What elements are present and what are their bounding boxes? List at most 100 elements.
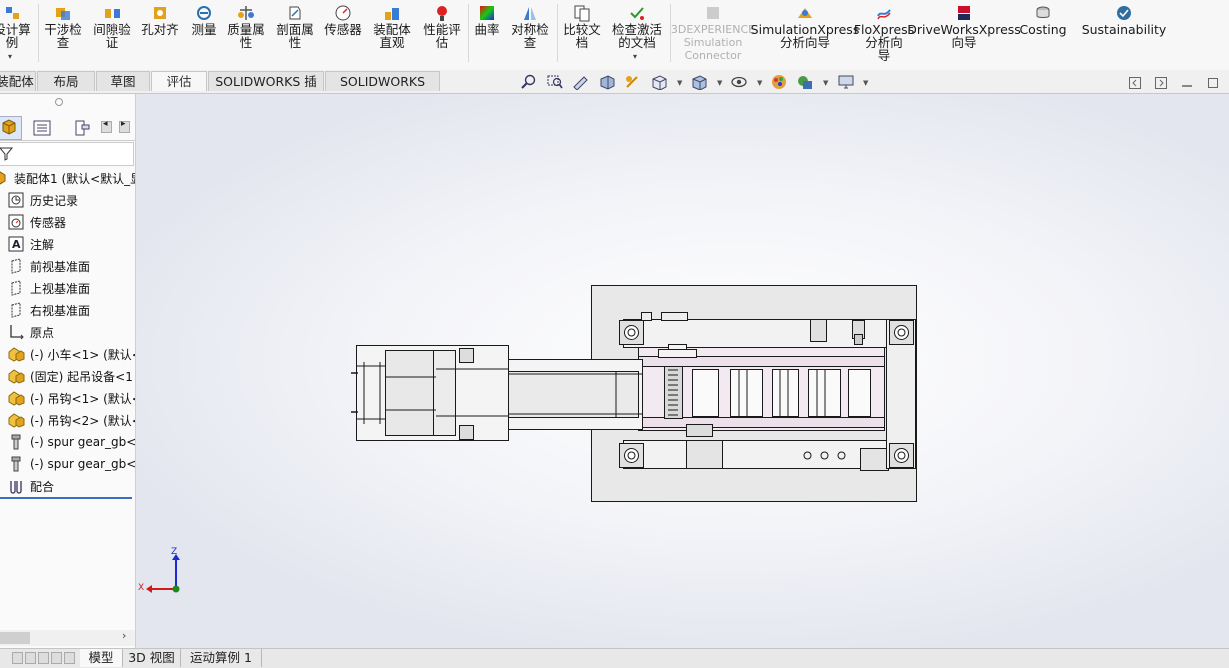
tree-horizontal-scrollbar[interactable]: › xyxy=(0,629,135,646)
interference-check-button[interactable]: 干涉检 查 xyxy=(41,0,85,64)
tab-scroll-right-icon[interactable]: ▸ xyxy=(119,119,130,133)
tree-item-trolley[interactable]: (-) 小车<1> (默认< xyxy=(0,344,135,364)
tab-end-icon[interactable] xyxy=(64,652,75,664)
simulationxpress-button[interactable]: SimulationXpress 分析向导 xyxy=(751,0,859,64)
tree-item-hoist[interactable]: (固定) 起吊设备<1 xyxy=(0,366,135,386)
chevron-down-icon[interactable]: ▼ xyxy=(823,79,828,87)
section-properties-icon xyxy=(285,3,305,23)
symmetry-check-button[interactable]: 对称检 查 xyxy=(507,0,553,64)
rollback-bar[interactable] xyxy=(0,497,132,499)
sustainability-button[interactable]: Sustainability xyxy=(1082,0,1166,64)
tree-item-spur-gear-2[interactable]: (-) spur gear_gb< xyxy=(0,454,135,474)
zoom-to-fit-icon[interactable] xyxy=(520,74,538,90)
tree-item-right-plane[interactable]: 右视基准面 xyxy=(0,300,135,320)
chevron-down-icon[interactable]: ▼ xyxy=(863,79,868,87)
mass-properties-button[interactable]: 质量属 性 xyxy=(223,0,269,64)
minimize-icon[interactable] xyxy=(1181,77,1193,89)
scrollbar-thumb[interactable] xyxy=(0,632,30,644)
tree-item-mates[interactable]: 配合 xyxy=(0,476,135,496)
tree-item-history[interactable]: 历史记录 xyxy=(0,190,135,210)
tool-label: 曲率 xyxy=(474,22,500,37)
last-tab-icon[interactable] xyxy=(51,652,62,664)
sustainability-icon xyxy=(1114,3,1134,23)
configurationmanager-tab-icon[interactable] xyxy=(72,118,92,138)
tab-model[interactable]: 模型 xyxy=(80,649,123,667)
tab-layout[interactable]: 布局 xyxy=(37,71,95,91)
window-tile-left-icon[interactable] xyxy=(1129,77,1141,89)
dynamic-annotation-icon[interactable] xyxy=(624,74,642,90)
edit-appearance-icon[interactable] xyxy=(770,74,788,90)
tab-assembly[interactable]: 装配体 xyxy=(0,71,36,91)
restore-icon[interactable] xyxy=(1207,77,1219,89)
plane-icon xyxy=(7,279,25,297)
command-tab-row: 装配体 布局 草图 评估 SOLIDWORKS 插件 SOLIDWORKS MB… xyxy=(0,70,1229,109)
tab-solidworks-addins[interactable]: SOLIDWORKS 插件 xyxy=(208,71,324,109)
curvature-icon xyxy=(477,3,497,23)
assembly-drawing[interactable] xyxy=(136,94,1229,648)
chevron-down-icon[interactable]: ▾ xyxy=(633,52,637,61)
tab-solidworks-mbd[interactable]: SOLIDWORKS MBD xyxy=(325,71,440,109)
zoom-to-area-icon[interactable] xyxy=(546,74,564,90)
previous-view-icon[interactable] xyxy=(572,74,590,90)
curvature-button[interactable]: 曲率 xyxy=(470,0,504,64)
tool-label: 设计算 例 xyxy=(0,22,31,50)
propertymanager-tab-icon[interactable] xyxy=(32,118,52,138)
tool-label: 测量 xyxy=(191,22,217,37)
graphics-area[interactable]: Z X xyxy=(136,94,1229,648)
tree-item-annotations[interactable]: A 注解 xyxy=(0,234,135,254)
clearance-verify-icon xyxy=(102,3,122,23)
view-orientation-icon[interactable] xyxy=(650,74,668,90)
tool-label: 干涉检 查 xyxy=(44,22,82,50)
tab-sketch[interactable]: 草图 xyxy=(96,71,150,91)
next-tab-icon[interactable] xyxy=(38,652,49,664)
tree-item-label: 原点 xyxy=(30,325,55,340)
sensor-button[interactable]: 传感器 xyxy=(321,0,365,64)
assembly-visualization-button[interactable]: 装配体 直观 xyxy=(368,0,416,64)
tree-item-front-plane[interactable]: 前视基准面 xyxy=(0,256,135,276)
chevron-down-icon[interactable]: ▼ xyxy=(717,79,722,87)
tree-item-origin[interactable]: 原点 xyxy=(0,322,135,342)
chevron-down-icon[interactable]: ▼ xyxy=(757,79,762,87)
tree-item-top-plane[interactable]: 上视基准面 xyxy=(0,278,135,298)
costing-button[interactable]: Costing xyxy=(1018,0,1068,64)
origin-icon xyxy=(7,323,25,341)
prev-tab-icon[interactable] xyxy=(25,652,36,664)
hide-show-items-icon[interactable] xyxy=(730,74,748,90)
tree-item-label: (固定) 起吊设备<1 xyxy=(30,369,133,384)
tree-root-assembly[interactable]: 装配体1 (默认<默认_显 xyxy=(0,168,135,188)
scroll-right-icon[interactable]: › xyxy=(122,629,126,642)
section-properties-button[interactable]: 剖面属 性 xyxy=(272,0,318,64)
driveworksxpress-button[interactable]: DriveWorksXpress 向导 xyxy=(907,0,1021,64)
tree-item-hook-1[interactable]: (-) 吊钩<1> (默认< xyxy=(0,388,135,408)
tree-item-hook-2[interactable]: (-) 吊钩<2> (默认< xyxy=(0,410,135,430)
assembly-visualization-icon xyxy=(382,3,402,23)
hole-alignment-button[interactable]: 孔对齐 xyxy=(138,0,182,64)
tab-evaluate[interactable]: 评估 xyxy=(151,71,207,91)
tab-motion-study-1[interactable]: 运动算例 1 xyxy=(181,649,262,667)
tab-3d-views[interactable]: 3D 视图 xyxy=(123,649,181,667)
window-tile-right-icon[interactable] xyxy=(1155,77,1167,89)
tool-label: DriveWorksXpress 向导 xyxy=(907,22,1021,50)
performance-evaluation-button[interactable]: 性能评 估 xyxy=(418,0,466,64)
3dexperience-simulation-connector-button[interactable]: 3DEXPERIENCE Simulation Connector xyxy=(671,0,755,64)
apply-scene-icon[interactable] xyxy=(796,74,814,90)
clearance-verify-button[interactable]: 间隙验 证 xyxy=(90,0,134,64)
chevron-down-icon[interactable]: ▼ xyxy=(677,79,682,87)
featuremanager-tab[interactable] xyxy=(0,116,22,140)
measure-button[interactable]: 测量 xyxy=(187,0,221,64)
panel-grip-icon[interactable] xyxy=(55,98,63,106)
tree-item-spur-gear-1[interactable]: (-) spur gear_gb< xyxy=(0,432,135,452)
section-view-icon[interactable] xyxy=(598,74,616,90)
design-study-button[interactable]: 设计算 例 xyxy=(0,0,32,64)
compare-documents-button[interactable]: 比较文 档 xyxy=(559,0,605,64)
design-study-icon xyxy=(2,3,22,23)
chevron-down-icon[interactable]: ▾ xyxy=(8,52,12,61)
view-settings-icon[interactable] xyxy=(837,74,855,90)
first-tab-icon[interactable] xyxy=(12,652,23,664)
tab-scroll-left-icon[interactable]: ◂ xyxy=(101,119,112,133)
tree-item-sensors[interactable]: 传感器 xyxy=(0,212,135,232)
tree-item-label: (-) 吊钩<2> (默认< xyxy=(30,413,136,428)
floxpress-button[interactable]: FloXpress 分析向 导 xyxy=(854,0,914,64)
tree-filter-box[interactable] xyxy=(0,142,134,166)
display-style-icon[interactable] xyxy=(690,74,708,90)
